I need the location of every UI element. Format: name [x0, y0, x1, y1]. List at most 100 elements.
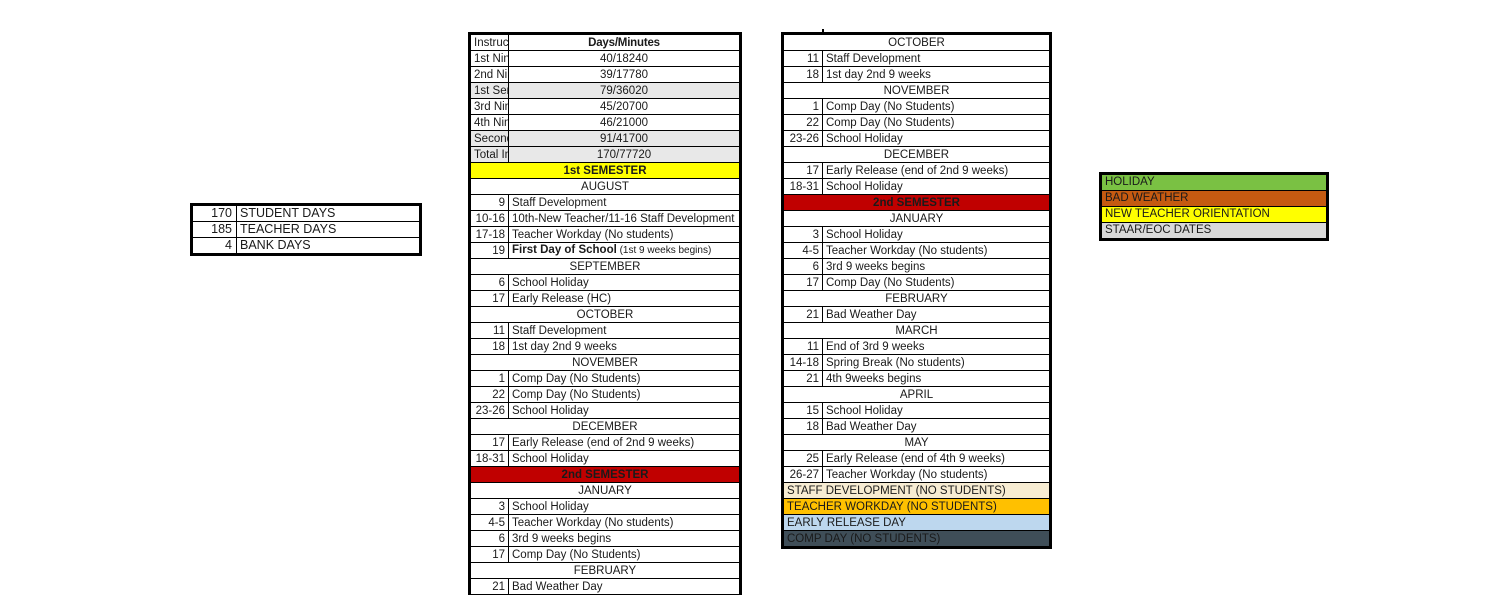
legend-strip-label: STAFF DEVELOPMENT (NO STUDENTS) [783, 482, 1050, 499]
calendar-event-row: 18-31 School Holiday [783, 178, 1050, 195]
calendar-event-description: Teacher Workday (No students) [508, 226, 740, 243]
month-header-label: NOVEMBER [470, 354, 740, 371]
calendar-event-row: 17 Comp Day (No Students) [783, 274, 1050, 291]
calendar-event-row: 23-26 School Holiday [783, 130, 1050, 147]
calendar-event-date: 15 [783, 402, 823, 419]
calendar-event-row: 19 First Day of School (1st 9 weeks begin… [470, 242, 740, 259]
instructional-period-value: 79/36020 [508, 82, 740, 99]
month-header-label: MAY [783, 434, 1050, 451]
calendar-event-date: 23-26 [783, 130, 823, 147]
calendar-event-date: 17 [783, 162, 823, 179]
calendar-event-date: 17 [783, 274, 823, 291]
instructional-period-row: 4th Nine Weeks {Mar 21-May25}46/21000 [470, 114, 740, 131]
calendar-event-description: 10th-New Teacher/11-16 Staff Development [508, 210, 740, 227]
legend-strip-row: STAFF DEVELOPMENT (NO STUDENTS) [783, 482, 1050, 499]
calendar-event-row: 1 Comp Day (No Students) [470, 370, 740, 387]
instructional-period-value: 91/41700 [508, 130, 740, 147]
calendar-event-date: 6 [470, 530, 509, 547]
calendar-event-date: 22 [783, 114, 823, 131]
color-legend-label: STAAR/EOC DATES [1101, 222, 1327, 239]
instructional-period-row: 1st Nine Weeks- {Aug 19-Oct 15}40/18240 [470, 50, 740, 67]
calendar-event-row: 6 School Holiday [470, 274, 740, 291]
calendar-event-date: 18-31 [783, 178, 823, 195]
calendar-event-date: 26-27 [783, 466, 823, 483]
calendar-event-row: 11 Staff Development [470, 322, 740, 339]
month-header-row: FEBRUARY [783, 290, 1050, 307]
color-legend-row: BAD WEATHER [1101, 190, 1327, 207]
calendar-event-row: 15 School Holiday [783, 402, 1050, 419]
calendar-event-row: 21 4th 9weeks begins [783, 370, 1050, 387]
legend-strip-row: COMP DAY (NO STUDENTS) [783, 530, 1050, 547]
instructional-period-label: 1st Semester Total [470, 82, 509, 99]
calendar-event-description: Comp Day (No Students) [508, 370, 740, 387]
month-header-label: DECEMBER [470, 418, 740, 435]
calendar-event-row: 18 1st day 2nd 9 weeks [783, 66, 1050, 83]
month-header-label: APRIL [783, 386, 1050, 403]
calendar-event-row: 21 Bad Weather Day [470, 578, 740, 595]
month-header-row: APRIL [783, 386, 1050, 403]
calendar-event-description: Spring Break (No students) [822, 354, 1050, 371]
calendar-event-row: 11 Staff Development [783, 50, 1050, 67]
month-header-row: DECEMBER [470, 418, 740, 435]
calendar-event-date: 14-18 [783, 354, 823, 371]
instructional-period-label: 4th Nine Weeks {Mar 21-May25} [470, 114, 509, 131]
calendar-event-description: First Day of School (1st 9 weeks begins) [508, 242, 740, 259]
calendar-event-row: 11 End of 3rd 9 weeks [783, 338, 1050, 355]
calendar-event-description: Early Release (end of 2nd 9 weeks) [822, 162, 1050, 179]
calendar-event-date: 17 [470, 290, 509, 307]
calendar-event-date: 17 [470, 434, 509, 451]
month-header-label: FEBRUARY [470, 562, 740, 579]
semester2-banner-row: 2nd SEMESTER [470, 466, 740, 483]
calendar-event-row: 6 3rd 9 weeks begins [783, 258, 1050, 275]
semester2-banner: 2nd SEMESTER [783, 194, 1050, 211]
day-count-value: 185 [192, 221, 237, 238]
calendar-event-description: School Holiday [822, 178, 1050, 195]
calendar-event-description: 4th 9weeks begins [822, 370, 1050, 387]
semester1-banner: 1st SEMESTER [470, 162, 740, 179]
month-header-row: JANUARY [470, 482, 740, 499]
calendar-event-date: 18 [783, 418, 823, 435]
calendar-event-row: 26-27 Teacher Workday (No students) [783, 466, 1050, 483]
legend-strip-label: TEACHER WORKDAY (NO STUDENTS) [783, 498, 1050, 515]
calendar-event-row: 22 Comp Day (No Students) [783, 114, 1050, 131]
calendar-event-row: 18-31 School Holiday [470, 450, 740, 467]
month-header-row: JANUARY [783, 210, 1050, 227]
day-count-label: STUDENT DAYS [236, 205, 420, 222]
calendar-event-row: 25 Early Release (end of 4th 9 weeks) [783, 450, 1050, 467]
calendar-event-description: End of 3rd 9 weeks [822, 338, 1050, 355]
calendar-event-description: 3rd 9 weeks begins [508, 530, 740, 547]
instructional-period-value: 39/17780 [508, 66, 740, 83]
calendar-event-row: 23-26 School Holiday [470, 402, 740, 419]
month-header-row: NOVEMBER [783, 82, 1050, 99]
instructional-period-row: Total Instructional Days/Minutes170/7772… [470, 146, 740, 163]
color-legend-table: HOLIDAY BAD WEATHER NEW TEACHER ORIENTATIO… [1101, 174, 1327, 239]
month-header-row: AUGUST [470, 178, 740, 195]
calendar-event-date: 18 [783, 66, 823, 83]
calendar-event-date: 9 [470, 194, 509, 211]
instructional-period-row: 3rd Nine Weeks {Jan 6-Mar 11}45/20700 [470, 98, 740, 115]
day-counts-table: 170 STUDENT DAYS 185 TEACHER DAYS 4 BANK DAYS [192, 205, 420, 254]
month-header-label: OCTOBER [470, 306, 740, 323]
calendar-event-description: Teacher Workday (No students) [822, 466, 1050, 483]
calendar-event-description: Staff Development [822, 50, 1050, 67]
calendar-event-row: 3 School Holiday [470, 498, 740, 515]
calendar-event-row: 3 School Holiday [783, 226, 1050, 243]
calendar-column-1: Instructional PeriodsDays/Minutes1st Nin… [470, 34, 740, 595]
instructional-period-row: 2nd Nine Weeks- {Oct 18-Dec 21}39/17780 [470, 66, 740, 83]
calendar-event-description: School Holiday [822, 226, 1050, 243]
instructional-period-value: 170/77720 [508, 146, 740, 163]
calendar-event-row: 17 Early Release (end of 2nd 9 weeks) [470, 434, 740, 451]
day-count-row: 4 BANK DAYS [192, 237, 420, 254]
calendar-event-description: Staff Development [508, 322, 740, 339]
calendar-event-description: School Holiday [508, 450, 740, 467]
calendar-event-description-strong: First Day of School [512, 244, 617, 256]
semester2-banner: 2nd SEMESTER [470, 466, 740, 483]
month-header-label: SEPTEMBER [470, 258, 740, 275]
month-header-label: JANUARY [783, 210, 1050, 227]
calendar-event-description: 1st day 2nd 9 weeks [822, 66, 1050, 83]
instructional-period-label: 1st Nine Weeks- {Aug 19-Oct 15} [470, 50, 509, 67]
instructional-period-label: 2nd Nine Weeks- {Oct 18-Dec 21} [470, 66, 509, 83]
calendar-event-description: School Holiday [822, 402, 1050, 419]
calendar-event-row: 6 3rd 9 weeks begins [470, 530, 740, 547]
calendar-event-date: 23-26 [470, 402, 509, 419]
